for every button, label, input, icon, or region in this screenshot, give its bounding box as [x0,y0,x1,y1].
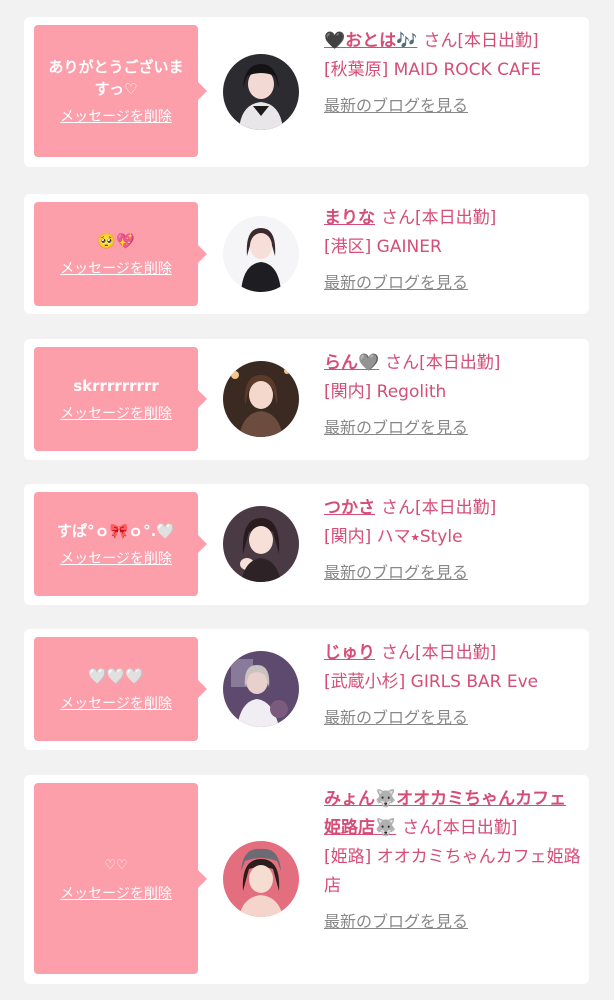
card-info: みょん🐺オオカミちゃんカフェ姫路店🐺 さん[本日出勤] [姫路] オオカミちゃんカ… [324,785,582,936]
girl-name-link[interactable]: 🖤おとは🎶 [324,31,417,51]
shop-name: MAID ROCK CAFE [393,60,542,80]
shop-location: [秋葉原] MAID ROCK CAFE [324,56,582,85]
delete-message-link[interactable]: メッセージを削除 [60,548,172,568]
latest-blog-link[interactable]: 最新のブログを見る [324,91,582,120]
san-label: さん [381,643,415,663]
shop-name: Regolith [376,382,447,402]
avatar[interactable] [223,651,299,727]
message-card: ♡♡ メッセージを削除 みょん🐺オオカミちゃんカフェ姫路店🐺 さん[本日出勤] [… [24,775,589,984]
message-card: すぱ°ｏ🎀ｏ°.🤍 メッセージを削除 つかさ さん[本日出勤] [関内] ハマ⭑S… [24,484,589,605]
san-label: さん [385,353,420,373]
avatar-photo-icon [223,651,299,727]
message-bubble: 🤍🤍🤍 メッセージを削除 [34,637,207,741]
latest-blog-link[interactable]: 最新のブログを見る [324,268,582,297]
card-info: つかさ さん[本日出勤] [関内] ハマ⭑Style 最新のブログを見る [324,494,582,587]
avatar[interactable] [223,54,299,130]
shift-label: [本日出勤] [415,498,497,518]
shift-label: [本日出勤] [457,31,539,51]
area-label: [関内] [324,382,372,402]
message-text: ありがとうございますっ♡ [48,58,184,98]
avatar-photo-icon [223,216,299,292]
latest-blog-link[interactable]: 最新のブログを見る [324,413,582,442]
avatar-photo-icon [223,841,299,917]
avatar[interactable] [223,216,299,292]
shop-location: [関内] Regolith [324,378,582,407]
message-list: ありがとうございますっ♡ メッセージを削除 🖤おとは🎶 さん[本日出勤] [秋葉原… [0,0,614,984]
shop-location: [武蔵小杉] GIRLS BAR Eve [324,668,582,697]
shop-name: ハマ⭑Style [376,527,463,547]
message-text: 🥺💖 [97,232,135,250]
san-label: さん [402,818,437,838]
delete-message-link[interactable]: メッセージを削除 [60,693,172,713]
shop-location: [姫路] オオカミちゃんカフェ姫路店 [324,843,582,901]
shop-location: [関内] ハマ⭑Style [324,523,582,552]
card-info: らん🩶 さん[本日出勤] [関内] Regolith 最新のブログを見る [324,349,582,442]
message-card: ありがとうございますっ♡ メッセージを削除 🖤おとは🎶 さん[本日出勤] [秋葉原… [24,17,589,167]
message-card: skrrrrrrrrr メッセージを削除 らん🩶 さん[本日出勤] [関内] Re… [24,339,589,460]
area-label: [秋葉原] [324,60,389,80]
area-label: [港区] [324,237,372,257]
avatar-photo-icon [223,506,299,582]
area-label: [関内] [324,527,372,547]
message-text: skrrrrrrrrr [73,377,159,395]
latest-blog-link[interactable]: 最新のブログを見る [324,907,582,936]
message-bubble: skrrrrrrrrr メッセージを削除 [34,347,207,451]
avatar[interactable] [223,841,299,917]
delete-message-link[interactable]: メッセージを削除 [60,258,172,278]
message-text: すぱ°ｏ🎀ｏ°.🤍 [56,522,176,540]
card-info: まりな さん[本日出勤] [港区] GAINER 最新のブログを見る [324,204,582,297]
girl-name-link[interactable]: じゅり [324,643,375,663]
delete-message-link[interactable]: メッセージを削除 [60,106,172,126]
message-card: 🥺💖 メッセージを削除 まりな さん[本日出勤] [港区] GAINER 最新のブ… [24,194,589,314]
girl-name-link[interactable]: つかさ [324,498,375,518]
girl-name-link[interactable]: らん🩶 [324,353,379,373]
shift-label: [本日出勤] [415,643,497,663]
message-bubble: 🥺💖 メッセージを削除 [34,202,207,306]
shop-location: [港区] GAINER [324,233,582,262]
message-text: ♡♡ [104,857,128,873]
delete-message-link[interactable]: メッセージを削除 [60,883,172,903]
card-info: じゅり さん[本日出勤] [武蔵小杉] GIRLS BAR Eve 最新のブログを… [324,639,582,732]
avatar[interactable] [223,361,299,437]
area-label: [武蔵小杉] [324,672,406,692]
message-bubble: ありがとうございますっ♡ メッセージを削除 [34,25,207,157]
shift-label: [本日出勤] [419,353,501,373]
message-card: 🤍🤍🤍 メッセージを削除 じゅり さん[本日出勤] [武蔵小杉] GIRLS BA… [24,629,589,750]
avatar-photo-icon [223,54,299,130]
shop-name: GAINER [376,237,442,257]
latest-blog-link[interactable]: 最新のブログを見る [324,703,582,732]
avatar[interactable] [223,506,299,582]
shift-label: [本日出勤] [436,818,518,838]
delete-message-link[interactable]: メッセージを削除 [60,403,172,423]
message-bubble: すぱ°ｏ🎀ｏ°.🤍 メッセージを削除 [34,492,207,596]
san-label: さん [381,208,415,228]
message-text: 🤍🤍🤍 [87,667,145,685]
san-label: さん [423,31,458,51]
shop-name: GIRLS BAR Eve [410,672,539,692]
area-label: [姫路] [324,847,372,867]
message-bubble: ♡♡ メッセージを削除 [34,783,207,974]
san-label: さん [381,498,415,518]
girl-name-link[interactable]: まりな [324,208,375,228]
shift-label: [本日出勤] [415,208,497,228]
avatar-photo-icon [223,361,299,437]
latest-blog-link[interactable]: 最新のブログを見る [324,558,582,587]
card-info: 🖤おとは🎶 さん[本日出勤] [秋葉原] MAID ROCK CAFE 最新のブロ… [324,27,582,120]
